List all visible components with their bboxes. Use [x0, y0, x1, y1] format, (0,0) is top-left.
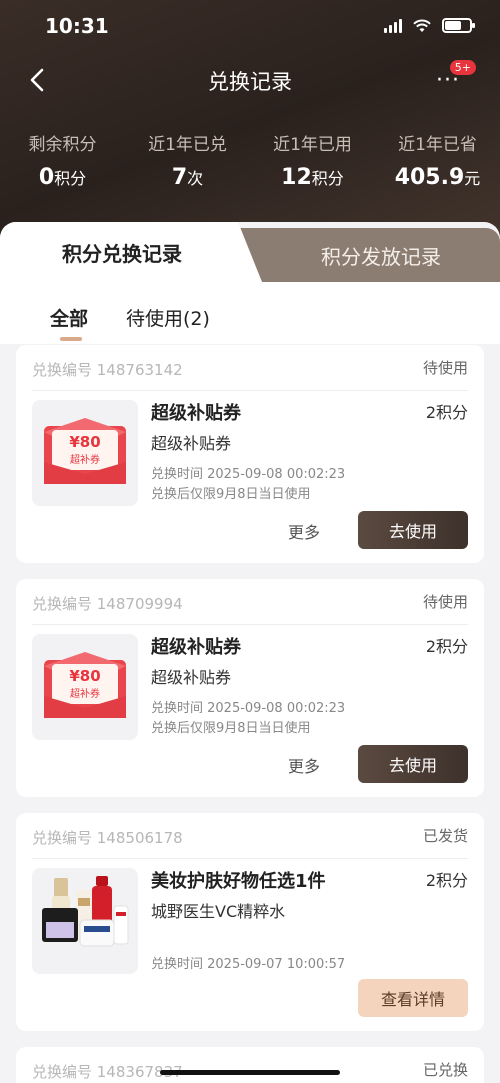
signal-icon — [384, 18, 402, 33]
coupon-amount: ¥80 — [69, 433, 100, 451]
stat-unit: 次 — [187, 169, 204, 188]
usage-note: 兑换后仅限9月8日当日使用 — [151, 721, 311, 736]
redeem-time: 兑换时间 2025-09-08 00:02:23 — [151, 701, 346, 716]
order-number: 兑换编号 148709994 — [32, 595, 183, 613]
tab-points-redeemed[interactable]: 积分兑换记录 — [0, 222, 262, 282]
item-title: 超级补贴券 — [151, 637, 241, 658]
item-subtitle: 城野医生VC精粹水 — [151, 902, 286, 921]
status-icons — [384, 18, 475, 33]
coupon-thumbnail: ¥80 超补券 — [32, 400, 138, 506]
use-button[interactable]: 去使用 — [358, 511, 468, 549]
status-label: 待使用 — [422, 593, 468, 611]
stat-saved-amount: 近1年已省 405.9元 — [375, 130, 500, 190]
stat-unit: 积分 — [54, 169, 87, 188]
stats-row: 剩余积分 0积分 近1年已兑 7次 近1年已用 12积分 近1年已省 405.9… — [0, 130, 500, 190]
stat-value: 12 — [281, 165, 312, 190]
item-subtitle: 超级补贴券 — [151, 434, 232, 453]
subtabs: 全部 待使用(2) — [50, 304, 210, 341]
stat-unit: 元 — [464, 169, 481, 188]
stat-value: 7 — [171, 165, 188, 190]
record-card: 兑换编号 148763142 待使用 ¥80 超补券 超级补贴券 2积分 超级补… — [16, 345, 484, 563]
battery-icon — [442, 18, 475, 33]
item-title: 美妆护肤好物任选1件 — [151, 871, 326, 892]
status-time: 10:31 — [45, 14, 109, 38]
stat-unit: 积分 — [311, 169, 344, 188]
product-thumbnail — [32, 868, 138, 974]
stat-label: 近1年已省 — [398, 135, 477, 155]
order-number: 兑换编号 148763142 — [32, 361, 183, 379]
item-points: 2积分 — [425, 403, 468, 422]
red-envelope-icon: ¥80 超补券 — [44, 652, 126, 718]
record-card: 兑换编号 148367837 已兑换 — [16, 1047, 484, 1083]
order-number: 兑换编号 148506178 — [32, 829, 183, 847]
use-button[interactable]: 去使用 — [358, 745, 468, 783]
item-points: 2积分 — [425, 637, 468, 656]
stat-value: 0 — [38, 165, 55, 190]
record-card: 兑换编号 148506178 已发货 美妆护肤好物任选1件 2积分 城野医生VC… — [16, 813, 484, 1031]
status-label: 已兑换 — [422, 1061, 468, 1079]
notification-badge: 5+ — [449, 60, 476, 75]
status-bar: 10:31 — [0, 12, 500, 42]
coupon-label: 超补券 — [70, 453, 100, 466]
coupon-amount: ¥80 — [69, 667, 100, 685]
home-indicator[interactable] — [160, 1070, 340, 1075]
record-card: 兑换编号 148709994 待使用 ¥80 超补券 超级补贴券 2积分 超级补… — [16, 579, 484, 797]
stat-remaining-points: 剩余积分 0积分 — [0, 130, 125, 190]
stat-value: 405.9 — [394, 165, 465, 190]
view-details-button[interactable]: 查看详情 — [358, 979, 468, 1017]
stat-label: 近1年已用 — [273, 135, 352, 155]
nav-bar: 兑换记录 ··· 5+ — [0, 60, 500, 100]
redeem-time: 兑换时间 2025-09-07 10:00:57 — [151, 957, 346, 972]
status-label: 已发货 — [422, 827, 468, 845]
coupon-label: 超补券 — [70, 687, 100, 700]
usage-note: 兑换后仅限9月8日当日使用 — [151, 487, 311, 502]
stat-label: 近1年已兑 — [148, 135, 227, 155]
stat-label: 剩余积分 — [28, 135, 97, 155]
coupon-thumbnail: ¥80 超补券 — [32, 634, 138, 740]
more-link[interactable]: 更多 — [288, 753, 320, 777]
redeem-time: 兑换时间 2025-09-08 00:02:23 — [151, 467, 346, 482]
item-points: 2积分 — [425, 871, 468, 890]
subtab-all[interactable]: 全部 — [50, 304, 88, 341]
stat-redeemed-count: 近1年已兑 7次 — [125, 130, 250, 190]
tab-points-issued[interactable]: 积分发放记录 — [238, 228, 500, 282]
status-label: 待使用 — [422, 359, 468, 377]
stat-used-points: 近1年已用 12积分 — [250, 130, 375, 190]
wifi-icon — [413, 19, 431, 32]
more-link[interactable]: 更多 — [288, 519, 320, 543]
subtab-pending[interactable]: 待使用(2) — [126, 304, 210, 331]
item-title: 超级补贴券 — [151, 403, 241, 424]
red-envelope-icon: ¥80 超补券 — [44, 418, 126, 484]
page-title: 兑换记录 — [208, 70, 292, 94]
main-tabs: 积分发放记录 积分兑换记录 — [0, 222, 500, 282]
item-subtitle: 超级补贴券 — [151, 668, 232, 687]
cosmetics-image — [42, 876, 129, 947]
